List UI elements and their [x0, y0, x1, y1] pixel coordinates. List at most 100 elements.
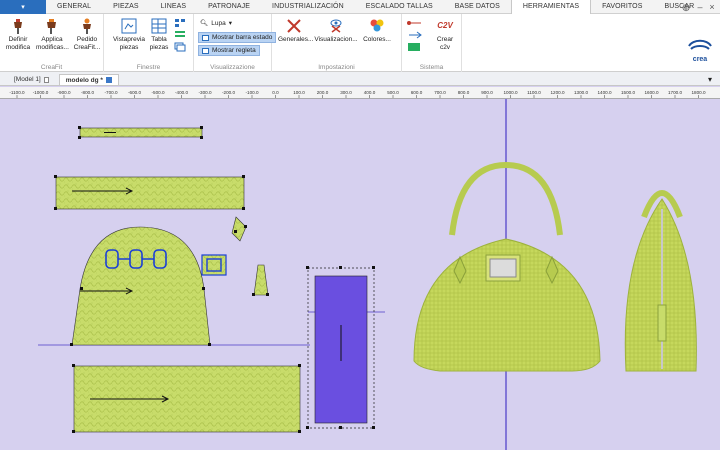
group-visualizzazione: 🔍︎ Lupa ▾ Mostrar barra estado Mostrar r… [194, 14, 277, 72]
ruler-label: -1100.0 [9, 90, 25, 95]
group-finestre: Vistaprevia piezas Tabla piezas Finestre [104, 14, 194, 72]
horizontal-ruler: -1100.0 -1000.0 -900.0 -800.0 -700.0 -600.0 -5… [0, 87, 720, 99]
list-icon[interactable] [174, 30, 186, 40]
layers-icon[interactable] [174, 42, 186, 52]
mostrar-barra-estado-toggle[interactable]: Mostrar barra estado [198, 32, 277, 43]
application-menu-button[interactable]: ▾ [0, 0, 46, 14]
ruler-label: 1000.0 [503, 90, 517, 95]
ruler-label: 800.0 [458, 90, 470, 95]
close-icon[interactable]: × [706, 1, 718, 13]
pattern-piece-gusset[interactable] [54, 175, 245, 210]
preview-pieces-icon [121, 18, 137, 34]
menu-escalado-tallas[interactable]: ESCALADO TALLAS [355, 0, 444, 14]
mostrar-regleta-toggle[interactable]: Mostrar regleta [198, 45, 260, 56]
pattern-piece-tab[interactable] [231, 216, 247, 242]
mannequin-icon [14, 19, 22, 34]
pattern-piece-strap[interactable] [78, 126, 203, 139]
ruler-label: 1200.0 [550, 90, 564, 95]
minimize-icon[interactable]: – [694, 1, 706, 13]
pattern-canvas[interactable] [0, 99, 720, 450]
ruler-label: -1000.0 [33, 90, 49, 95]
ruler-label: 0.0 [272, 90, 279, 95]
ruler-label: 1500.0 [621, 90, 635, 95]
ruler-label: -800.0 [81, 90, 94, 95]
ruler-ticks: -1100.0 -1000.0 -900.0 -800.0 -700.0 -600.0 -5… [9, 90, 706, 98]
order-fit-icon [83, 18, 91, 34]
help-icon[interactable]: ◍ [680, 1, 692, 13]
ruler-label: -600.0 [128, 90, 141, 95]
bag-side-render [624, 190, 697, 372]
chevron-down-icon: ▾ [228, 20, 232, 27]
bag-front-render [413, 161, 601, 372]
ruler-label: 1300.0 [574, 90, 588, 95]
menu-piezas[interactable]: PIEZAS [102, 0, 150, 14]
menu-lineas[interactable]: LINEAS [150, 0, 198, 14]
ruler-label: -100.0 [245, 90, 258, 95]
ruler-label: 1600.0 [644, 90, 658, 95]
tab-model-1[interactable]: [Model 1] [8, 74, 55, 85]
menu-industrializacion[interactable]: INDUSTRIALIZACIÓN [261, 0, 355, 14]
ruler-label: 100.0 [293, 90, 305, 95]
status-bar-icon [202, 34, 209, 41]
ruler-label: -300.0 [198, 90, 211, 95]
eye-settings-icon [330, 19, 342, 33]
canvas-drawing[interactable] [0, 99, 720, 450]
ruler-label: -900.0 [57, 90, 70, 95]
tab-scroll-icon[interactable]: ▾ [708, 75, 712, 84]
c2v-icon: C2V [437, 21, 453, 30]
menu-patronaje[interactable]: PATRONAJE [197, 0, 261, 14]
pattern-piece-front-panel[interactable] [70, 226, 211, 346]
grid-icon[interactable] [174, 18, 186, 28]
ruler-label: -500.0 [151, 90, 164, 95]
pedido-creafit-button[interactable]: Pedido CreaFit... [72, 17, 102, 51]
pattern-piece-bottom[interactable] [72, 364, 301, 433]
ruler-icon [202, 47, 209, 54]
network-icon[interactable] [406, 18, 424, 28]
table-pieces-icon [151, 18, 167, 34]
ruler-label: 1100.0 [527, 90, 541, 95]
selected-pattern-piece[interactable] [306, 266, 375, 429]
ruler-label: 400.0 [364, 90, 376, 95]
document-tabstrip: [Model 1] modelo dg * ▾ [0, 72, 720, 86]
menu-herramientas[interactable]: HERRAMIENTAS [510, 0, 592, 14]
crea-logo-icon [688, 39, 712, 50]
lupa-dropdown[interactable]: 🔍︎ Lupa ▾ [200, 19, 232, 28]
ruler-label: -400.0 [175, 90, 188, 95]
ruler-label: -700.0 [104, 90, 117, 95]
ruler-label: 1800.0 [691, 90, 705, 95]
ribbon: Definir modifica Applica modificas... Pe… [0, 14, 720, 72]
apply-fit-icon [47, 19, 56, 34]
definir-modifica-button[interactable]: Definir modifica [4, 17, 32, 51]
colores-button[interactable]: Colores... [362, 17, 392, 44]
menu-general[interactable]: GENERAL [46, 0, 102, 14]
menu-favoritos[interactable]: FAVORITOS [591, 0, 653, 14]
document-icon [43, 76, 49, 83]
ruler-label: 600.0 [411, 90, 423, 95]
ruler-label: 1700.0 [668, 90, 682, 95]
magnifier-icon: 🔍︎ [200, 20, 209, 27]
ruler-label: 200.0 [317, 90, 329, 95]
generales-button[interactable]: Generales... [278, 17, 313, 44]
crear-c2v-button[interactable]: C2V Crear c2v [432, 17, 458, 51]
crea-logo: crea [686, 38, 714, 63]
ruler-label: 700.0 [434, 90, 446, 95]
menu-base-datos[interactable]: BASE DATOS [444, 0, 511, 14]
system-small-icons [406, 18, 426, 54]
server-icon[interactable] [406, 42, 424, 52]
pin-icon[interactable] [105, 77, 112, 83]
ruler-label: 900.0 [481, 90, 493, 95]
pattern-piece-loop[interactable] [252, 264, 269, 296]
group-creafit: Definir modifica Applica modificas... Pe… [0, 14, 104, 72]
sync-icon[interactable] [406, 30, 424, 40]
vistaprevia-piezas-button[interactable]: Vistaprevia piezas [112, 17, 146, 51]
menu-bar: ▾ GENERAL PIEZAS LINEAS PATRONAJE INDUST… [0, 0, 720, 14]
pattern-piece-buckle[interactable] [201, 254, 227, 276]
tabla-piezas-button[interactable]: Tabla piezas [149, 17, 169, 51]
tab-modelo-dg[interactable]: modelo dg * [58, 74, 119, 85]
tools-icon [287, 19, 301, 33]
ruler-label: -200.0 [222, 90, 235, 95]
applica-modificas-button[interactable]: Applica modificas... [36, 17, 69, 51]
group-impostazioni: Generales... Visualizacion... Colores...… [272, 14, 402, 72]
ruler-label: 300.0 [340, 90, 352, 95]
visualizacion-button[interactable]: Visualizacion... [314, 17, 358, 44]
